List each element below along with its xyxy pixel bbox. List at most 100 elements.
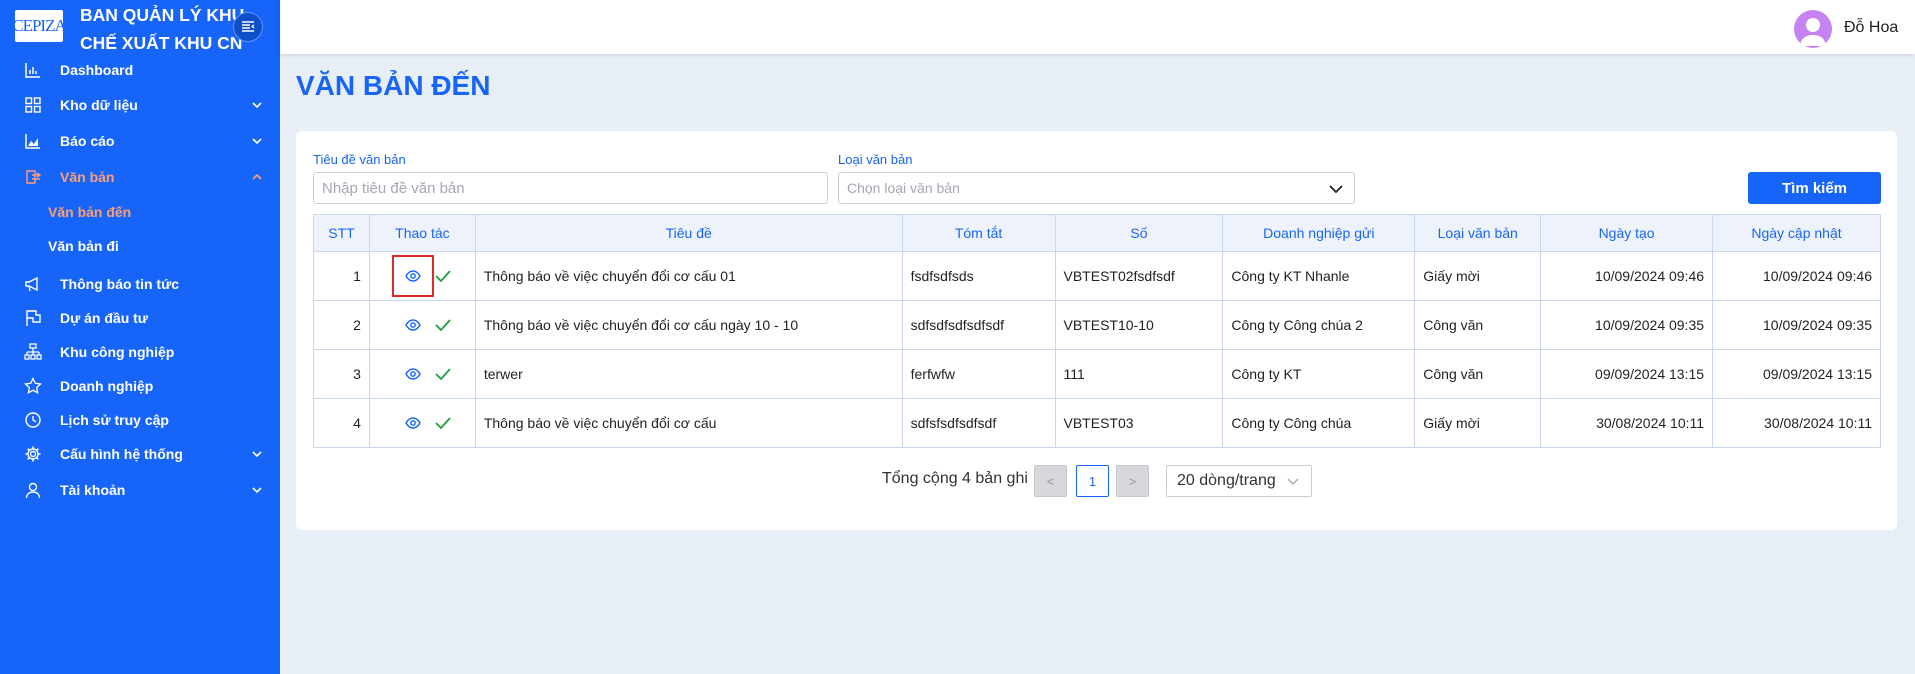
- sidebar-item-dashboard[interactable]: Dashboard: [0, 53, 280, 87]
- logo: CEPIZA: [12, 10, 67, 42]
- sidebar-item-du-an-dau-tu[interactable]: Dự án đầu tư: [0, 301, 280, 335]
- view-button[interactable]: [392, 402, 434, 444]
- username[interactable]: Đỗ Hoa: [1844, 19, 1898, 37]
- table-row: 2 Thông báo về việc chuyển đổi cơ cấu ng…: [313, 300, 1881, 350]
- sidebar-collapse-button[interactable]: [233, 12, 263, 42]
- cell-title: Thông báo về việc chuyển đổi cơ cấu: [474, 398, 903, 448]
- cell-summary: ferfwfw: [901, 349, 1056, 399]
- approve-check-icon[interactable]: [434, 367, 452, 381]
- cell-updated: 30/08/2024 10:11: [1712, 398, 1881, 448]
- cell-actions: [368, 300, 476, 350]
- user-icon: [25, 482, 41, 499]
- chevron-up-icon: [252, 173, 262, 180]
- prev-page-button[interactable]: <: [1034, 465, 1067, 497]
- eye-icon: [405, 368, 422, 380]
- star-icon: [24, 377, 42, 395]
- menu-collapse-icon: [242, 21, 255, 32]
- column-header-doanh-nghiep-gui: Doanh nghiệp gửi: [1222, 214, 1416, 252]
- cell-type: Giấy mời: [1414, 251, 1542, 301]
- cell-updated: 10/09/2024 09:35: [1712, 300, 1881, 350]
- eye-icon: [405, 270, 422, 282]
- sidebar-item-label: Thông báo tin tức: [60, 276, 180, 292]
- cell-company: Công ty Công chúa: [1222, 398, 1416, 448]
- sidebar-item-van-ban[interactable]: Văn bản: [0, 160, 280, 194]
- cell-created: 10/09/2024 09:35: [1540, 300, 1714, 350]
- title-search-input[interactable]: Nhập tiêu đề văn bản: [313, 172, 828, 204]
- sidebar-subitem-van-ban-di[interactable]: Văn bản đi: [48, 229, 119, 263]
- cell-stt: 3: [313, 349, 370, 399]
- page-title: VĂN BẢN ĐẾN: [296, 70, 491, 101]
- search-button[interactable]: Tìm kiếm: [1748, 172, 1881, 204]
- sidebar-item-label: Khu công nghiệp: [60, 344, 175, 360]
- table-row: 4 Thông báo về việc chuyển đổi cơ cấu sd…: [313, 398, 1881, 448]
- cell-company: Công ty Công chúa 2: [1222, 300, 1416, 350]
- eye-icon: [405, 417, 422, 429]
- sidebar-item-tai-khoan[interactable]: Tài khoản: [0, 473, 280, 507]
- sidebar-item-lich-su-truy-cap[interactable]: Lịch sử truy cập: [0, 403, 280, 437]
- sidebar-item-cau-hinh-he-thong[interactable]: Cấu hình hệ thống: [0, 437, 280, 471]
- cell-created: 10/09/2024 09:46: [1540, 251, 1714, 301]
- total-records-label: Tổng cộng 4 bản ghi: [882, 470, 1028, 487]
- table-row: 1 Thông báo về việc chuyển đổi cơ cấu 01…: [313, 251, 1881, 301]
- avatar[interactable]: [1794, 10, 1832, 48]
- brand-title: BAN QUẢN LÝ KHU CHẾ XUẤT KHU CN: [80, 1, 244, 57]
- cell-title: Thông báo về việc chuyển đổi cơ cấu 01: [474, 251, 903, 301]
- sidebar-item-label: Kho dữ liệu: [60, 97, 138, 113]
- view-button[interactable]: [392, 304, 434, 346]
- top-bar: [280, 0, 1915, 54]
- documents-table: STT Thao tác Tiêu đề Tóm tắt Số Doanh ng…: [313, 214, 1881, 448]
- gear-icon: [25, 446, 41, 462]
- brand-title-line1: BAN QUẢN LÝ KHU: [80, 5, 245, 25]
- column-header-tieu-de: Tiêu đề: [474, 214, 903, 252]
- document-type-select[interactable]: Chọn loại văn bản: [838, 172, 1355, 204]
- page-1-button[interactable]: 1: [1076, 465, 1109, 497]
- sidebar-item-kho-du-lieu[interactable]: Kho dữ liệu: [0, 88, 280, 122]
- type-filter-label: Loại văn bản: [838, 152, 913, 167]
- column-header-so: Số: [1054, 214, 1224, 252]
- sidebar-item-label: Cấu hình hệ thống: [60, 446, 183, 462]
- cell-number: VBTEST02fsdfsdf: [1054, 251, 1224, 301]
- chevron-down-icon: [1287, 478, 1299, 485]
- sidebar-item-label: Lịch sử truy cập: [60, 412, 169, 428]
- flag-icon: [26, 310, 41, 326]
- table-header-row: STT Thao tác Tiêu đề Tóm tắt Số Doanh ng…: [313, 214, 1881, 252]
- sidebar-item-label: Văn bản: [60, 169, 115, 185]
- sidebar-item-thong-bao-tin-tuc[interactable]: Thông báo tin tức: [0, 267, 280, 301]
- cell-actions: [368, 398, 476, 448]
- user-avatar-icon: [1800, 18, 1826, 46]
- area-chart-icon: [25, 134, 40, 149]
- next-page-button[interactable]: >: [1116, 465, 1149, 497]
- grid-icon: [25, 97, 41, 113]
- cell-actions: [368, 349, 476, 399]
- column-header-tom-tat: Tóm tắt: [901, 214, 1056, 252]
- cell-actions: [368, 251, 476, 301]
- title-filter-label: Tiêu đề văn bản: [313, 152, 406, 167]
- approve-check-icon[interactable]: [434, 416, 452, 430]
- approve-check-icon[interactable]: [434, 318, 452, 332]
- approve-check-icon[interactable]: [434, 269, 452, 283]
- clock-icon: [25, 412, 41, 428]
- sidebar-item-label: Dashboard: [60, 62, 134, 78]
- view-button[interactable]: [392, 353, 434, 395]
- sidebar-subitem-van-ban-den[interactable]: Văn bản đến: [48, 195, 131, 229]
- cell-stt: 1: [313, 251, 370, 301]
- view-button[interactable]: [392, 255, 435, 297]
- column-header-ngay-cap-nhat: Ngày cập nhật: [1712, 214, 1881, 252]
- cell-type: Công văn: [1414, 349, 1542, 399]
- sidebar-item-label: Doanh nghiệp: [60, 378, 154, 394]
- sidebar-item-bao-cao[interactable]: Báo cáo: [0, 124, 280, 158]
- chevron-down-icon: [252, 487, 262, 494]
- cell-summary: sdfsfsdfsdfsdf: [901, 398, 1056, 448]
- cell-summary: fsdfsdfsds: [901, 251, 1056, 301]
- document-type-placeholder: Chọn loại văn bản: [847, 180, 960, 196]
- chevron-down-icon: [252, 451, 262, 458]
- sidebar-item-doanh-nghiep[interactable]: Doanh nghiệp: [0, 369, 280, 403]
- sidebar-item-khu-cong-nghiep[interactable]: Khu công nghiệp: [0, 335, 280, 369]
- brand: CEPIZA BAN QUẢN LÝ KHU CHẾ XUẤT KHU CN: [0, 0, 280, 54]
- cell-summary: sdfsdfsdfsdfsdf: [901, 300, 1056, 350]
- org-chart-icon: [24, 343, 42, 360]
- chevron-down-icon: [252, 102, 262, 109]
- cell-number: 111: [1054, 349, 1224, 399]
- cell-updated: 09/09/2024 13:15: [1712, 349, 1881, 399]
- page-size-select[interactable]: 20 dòng/trang: [1166, 465, 1312, 497]
